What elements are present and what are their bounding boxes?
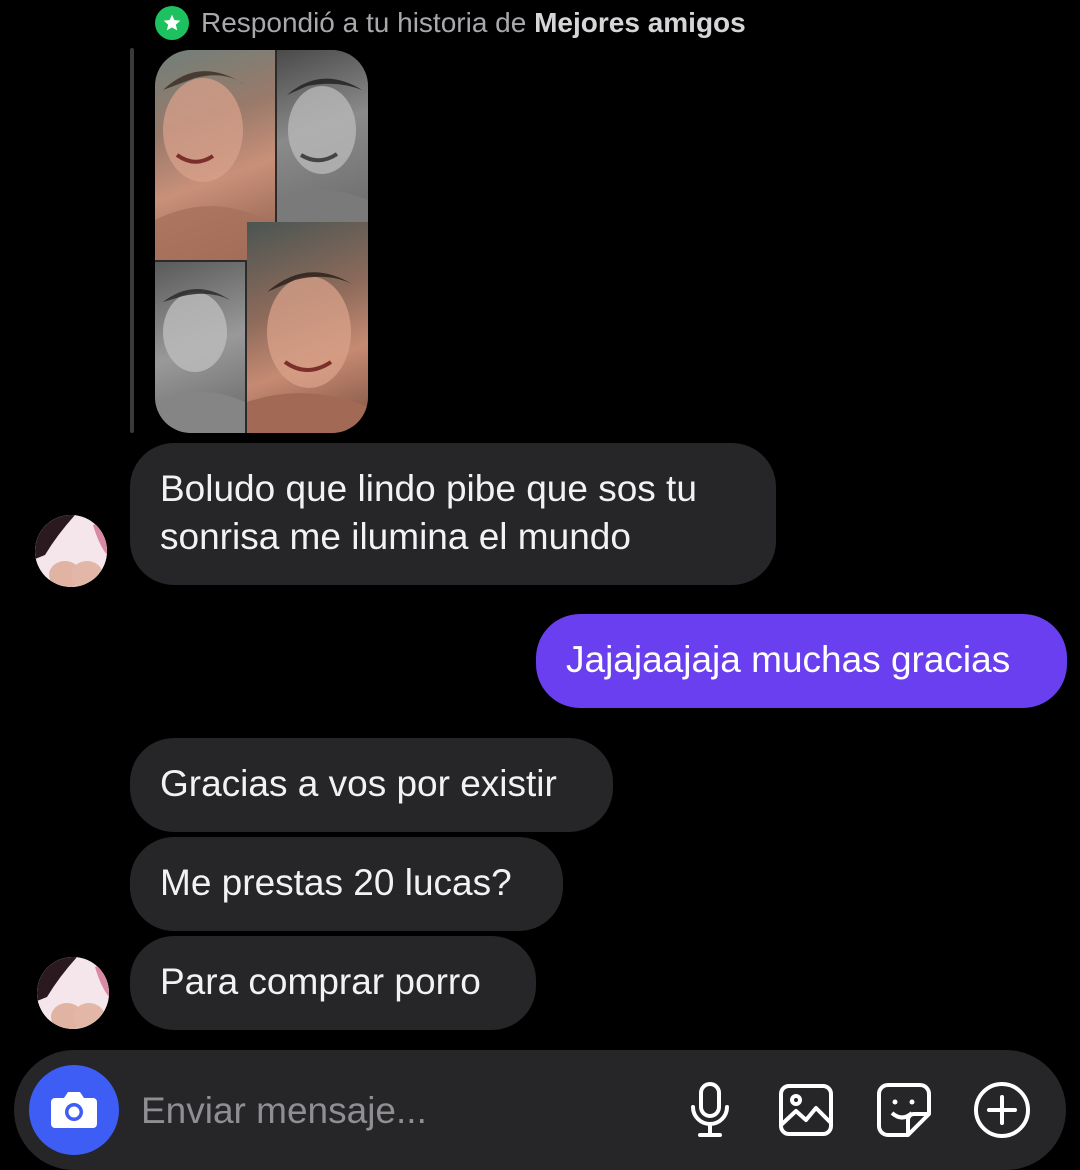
story-reply-prefix: Respondió a tu historia de bbox=[201, 7, 527, 38]
add-button[interactable] bbox=[972, 1080, 1032, 1140]
story-thumbnail[interactable] bbox=[155, 50, 368, 433]
story-reply-header: Respondió a tu historia de Mejores amigo… bbox=[155, 4, 746, 42]
microphone-icon bbox=[691, 1082, 729, 1137]
message-input[interactable] bbox=[139, 1085, 643, 1137]
story-photo-4 bbox=[247, 222, 368, 433]
story-photo-3 bbox=[155, 262, 245, 433]
quote-bar bbox=[130, 48, 134, 433]
camera-icon bbox=[51, 1092, 97, 1128]
story-audience: Mejores amigos bbox=[534, 7, 746, 38]
contact-avatar[interactable] bbox=[35, 515, 107, 587]
story-reply-text: Respondió a tu historia de Mejores amigo… bbox=[201, 7, 746, 39]
gallery-button[interactable] bbox=[776, 1080, 836, 1140]
add-icon bbox=[974, 1082, 1030, 1138]
message-incoming[interactable]: Para comprar porro bbox=[130, 936, 536, 1030]
gallery-icon bbox=[779, 1084, 833, 1136]
message-incoming[interactable]: Gracias a vos por existir bbox=[130, 738, 613, 832]
star-icon bbox=[155, 6, 189, 40]
sticker-icon bbox=[877, 1083, 931, 1137]
contact-avatar[interactable] bbox=[37, 957, 109, 1029]
message-incoming[interactable]: Me prestas 20 lucas? bbox=[130, 837, 563, 931]
camera-button[interactable] bbox=[29, 1065, 119, 1155]
story-photo-2 bbox=[277, 50, 368, 225]
sticker-button[interactable] bbox=[874, 1080, 934, 1140]
message-incoming[interactable]: Boludo que lindo pibe que sos tu sonrisa… bbox=[130, 443, 776, 585]
message-composer bbox=[14, 1050, 1066, 1170]
message-outgoing[interactable]: Jajajaajaja muchas gracias bbox=[536, 614, 1067, 708]
microphone-button[interactable] bbox=[680, 1080, 740, 1140]
